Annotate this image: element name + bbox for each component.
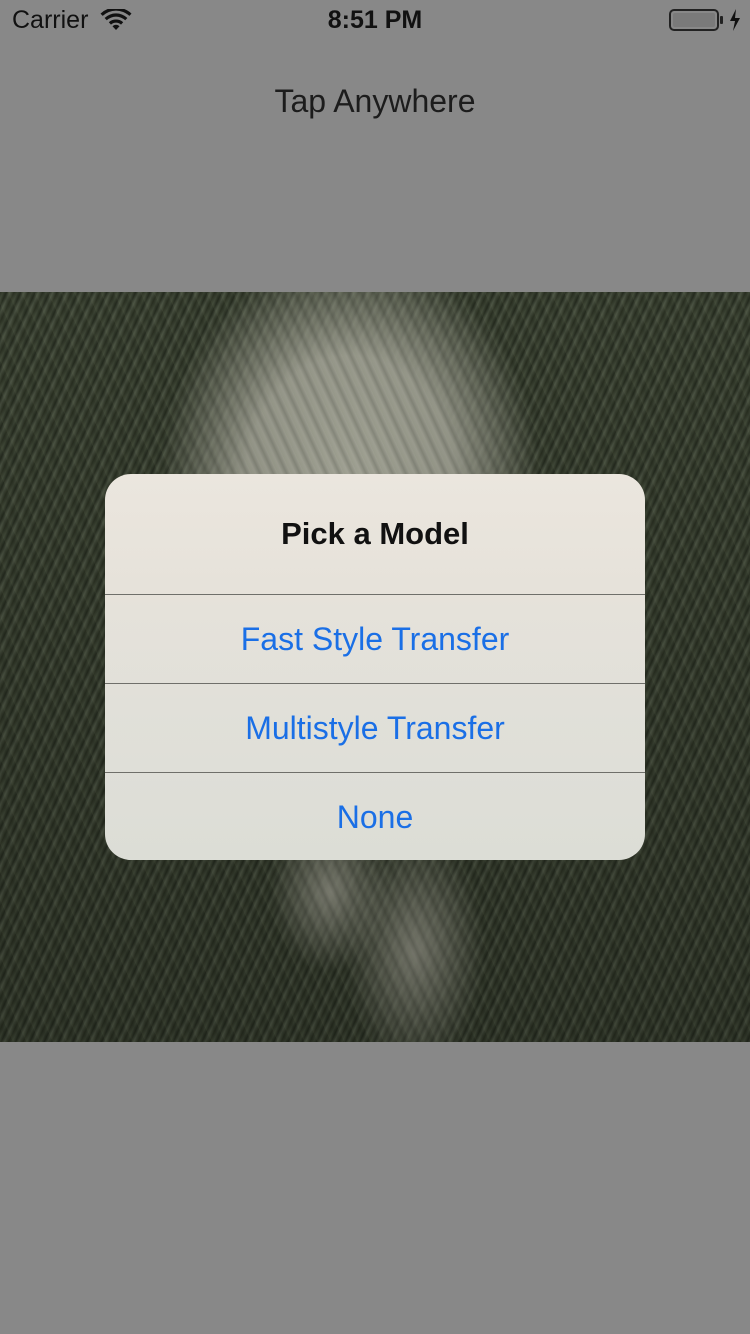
fast-style-transfer-button[interactable]: Fast Style Transfer [105, 594, 645, 683]
battery-icon [669, 9, 723, 31]
tap-anywhere-label[interactable]: Tap Anywhere [0, 82, 750, 120]
status-time: 8:51 PM [327, 6, 423, 34]
none-button[interactable]: None [105, 772, 645, 860]
model-picker-alert: Pick a Model Fast Style Transfer Multist… [105, 474, 645, 860]
multistyle-transfer-button[interactable]: Multistyle Transfer [105, 683, 645, 772]
alert-header: Pick a Model [105, 474, 645, 594]
charging-bolt-icon [730, 9, 740, 31]
alert-title: Pick a Model [281, 516, 469, 551]
status-bar: Carrier 8:51 PM [0, 0, 750, 40]
